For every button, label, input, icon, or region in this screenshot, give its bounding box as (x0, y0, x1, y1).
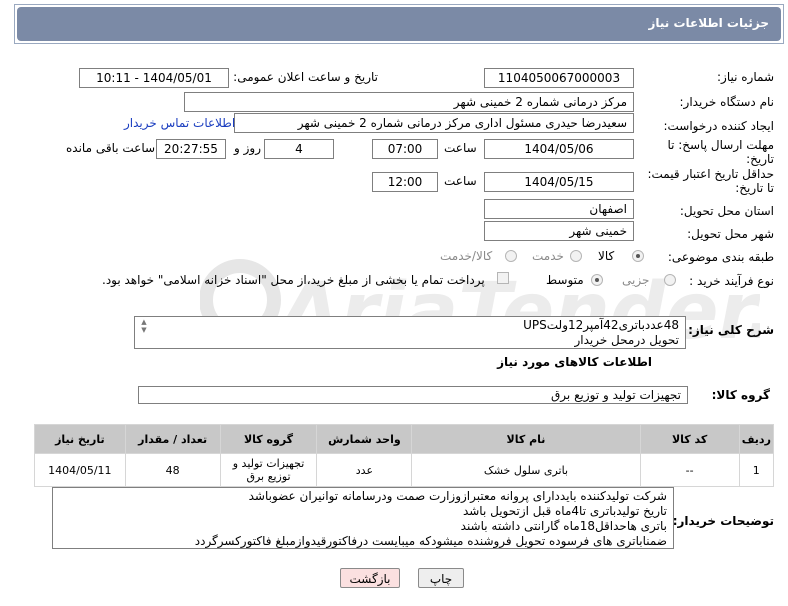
category-option-service: خدمت (532, 249, 564, 263)
table-row: 1 -- باتری سلول خشک عدد تجهیزات تولید و … (34, 453, 775, 487)
contact-info-link[interactable]: اطلاعات تماس خریدار (124, 116, 235, 130)
deadline-time-field: 07:00 (372, 139, 438, 159)
goods-group-field: تجهیزات تولید و توزیع برق (138, 386, 688, 404)
buyer-org-label: نام دستگاه خریدار: (679, 95, 775, 109)
deadline-time-label: ساعت (444, 141, 477, 155)
description-line-2: تحویل درمحل خریدار (574, 333, 679, 347)
requester-field: سعیدرضا حیدری مسئول اداری مرکز درمانی شم… (234, 113, 634, 133)
deadline-date-field: 1404/05/06 (484, 139, 634, 159)
announce-field: 1404/05/01 - 10:11 (79, 68, 229, 88)
process-label: نوع فرآیند خرید : (689, 274, 774, 288)
announce-label: تاریخ و ساعت اعلان عمومی: (233, 70, 378, 84)
validity-date-field: 1404/05/15 (484, 172, 634, 192)
deadline-label: مهلت ارسال پاسخ: تا (667, 138, 774, 152)
need-number-label: شماره نیاز: (717, 70, 774, 84)
days-label: روز و (234, 141, 261, 155)
category-option-goods-service: کالا/خدمت (440, 249, 493, 263)
process-option-minor: جزیی (622, 273, 650, 287)
category-radio-service[interactable] (570, 250, 582, 262)
goods-group-label: گروه کالا: (711, 388, 770, 402)
city-label: شهر محل تحویل: (687, 227, 774, 241)
buyer-notes-label: توضیحات خریدار: (672, 514, 774, 528)
buyer-note-line: شرکت تولیدکننده بایددارای پروانه معتبراز… (248, 489, 667, 503)
goods-table: ردیف کد کالا نام کالا واحد شمارش گروه کا… (34, 424, 775, 487)
description-scroll-arrows[interactable]: ▲ ▼ (138, 318, 150, 346)
col-group: گروه کالا (219, 424, 318, 454)
province-label: استان محل تحویل: (679, 204, 774, 218)
col-code: کد کالا (639, 424, 740, 454)
description-label: شرح کلی نیاز: (688, 323, 774, 337)
buyer-org-field: مرکز درمانی شماره 2 خمینی شهر (184, 92, 634, 112)
cell-group: تجهیزات تولید و توزیع برق (219, 453, 318, 487)
treasury-payment-note: پرداخت تمام یا بخشی از مبلغ خرید،از محل … (102, 273, 485, 287)
province-field: اصفهان (484, 199, 634, 219)
header-panel: جزئیات اطلاعات نیاز (14, 4, 784, 44)
remaining-time-field: 20:27:55 (156, 139, 226, 159)
cell-name: باتری سلول خشک (411, 453, 641, 487)
treasury-payment-checkbox[interactable] (497, 272, 509, 284)
need-number-field: 1104050067000003 (484, 68, 634, 88)
category-option-goods: کالا (598, 249, 615, 263)
validity-label-2: تا تاریخ: (735, 181, 774, 195)
col-date: تاریخ نیاز (34, 424, 126, 454)
header-bar: جزئیات اطلاعات نیاز (17, 7, 781, 41)
cell-code: -- (639, 453, 740, 487)
buyer-note-line: ضمناباتری های فرسوده تحویل فروشنده میشود… (194, 534, 667, 548)
cell-unit: عدد (316, 453, 413, 487)
cell-row: 1 (738, 453, 775, 487)
process-radio-medium[interactable] (591, 274, 603, 286)
col-unit: واحد شمارش (316, 424, 413, 454)
validity-time-label: ساعت (444, 174, 477, 188)
goods-section-title: اطلاعات کالاهای مورد نیاز (497, 355, 652, 369)
buyer-note-line: باتری هاحداقل18ماه گارانتی داشته باشند (460, 519, 667, 533)
page-title: جزئیات اطلاعات نیاز (648, 16, 769, 30)
process-radio-minor[interactable] (664, 274, 676, 286)
goods-table-header: ردیف کد کالا نام کالا واحد شمارش گروه کا… (34, 424, 775, 454)
category-radio-goods[interactable] (632, 250, 644, 262)
description-textarea[interactable]: 48عددباتری42آمپر12ولتUPS تحویل درمحل خری… (134, 316, 686, 349)
category-label: طبقه بندی موضوعی: (667, 250, 774, 264)
process-option-medium: متوسط (546, 273, 584, 287)
print-button[interactable]: چاپ (418, 568, 464, 588)
cell-date: 1404/05/11 (34, 453, 126, 487)
category-radio-goods-service[interactable] (505, 250, 517, 262)
cell-qty: 48 (124, 453, 221, 487)
description-line-1: 48عددباتری42آمپر12ولتUPS (523, 318, 679, 332)
col-row: ردیف (738, 424, 775, 454)
col-name: نام کالا (411, 424, 641, 454)
col-qty: تعداد / مقدار (124, 424, 221, 454)
days-field: 4 (264, 139, 334, 159)
back-button[interactable]: بازگشت (340, 568, 400, 588)
remaining-label: ساعت باقی مانده (66, 141, 156, 155)
buyer-notes-textarea[interactable]: شرکت تولیدکننده بایددارای پروانه معتبراز… (52, 487, 674, 549)
validity-time-field: 12:00 (372, 172, 438, 192)
deadline-label-2: تاریخ: (746, 152, 774, 166)
validity-label: حداقل تاریخ اعتبار قیمت: (647, 167, 774, 181)
city-field: خمینی شهر (484, 221, 634, 241)
requester-label: ایجاد کننده درخواست: (663, 119, 774, 133)
buyer-note-line: تاریخ تولیدباتری تا4ماه قبل ازتحویل باشد (462, 504, 667, 518)
